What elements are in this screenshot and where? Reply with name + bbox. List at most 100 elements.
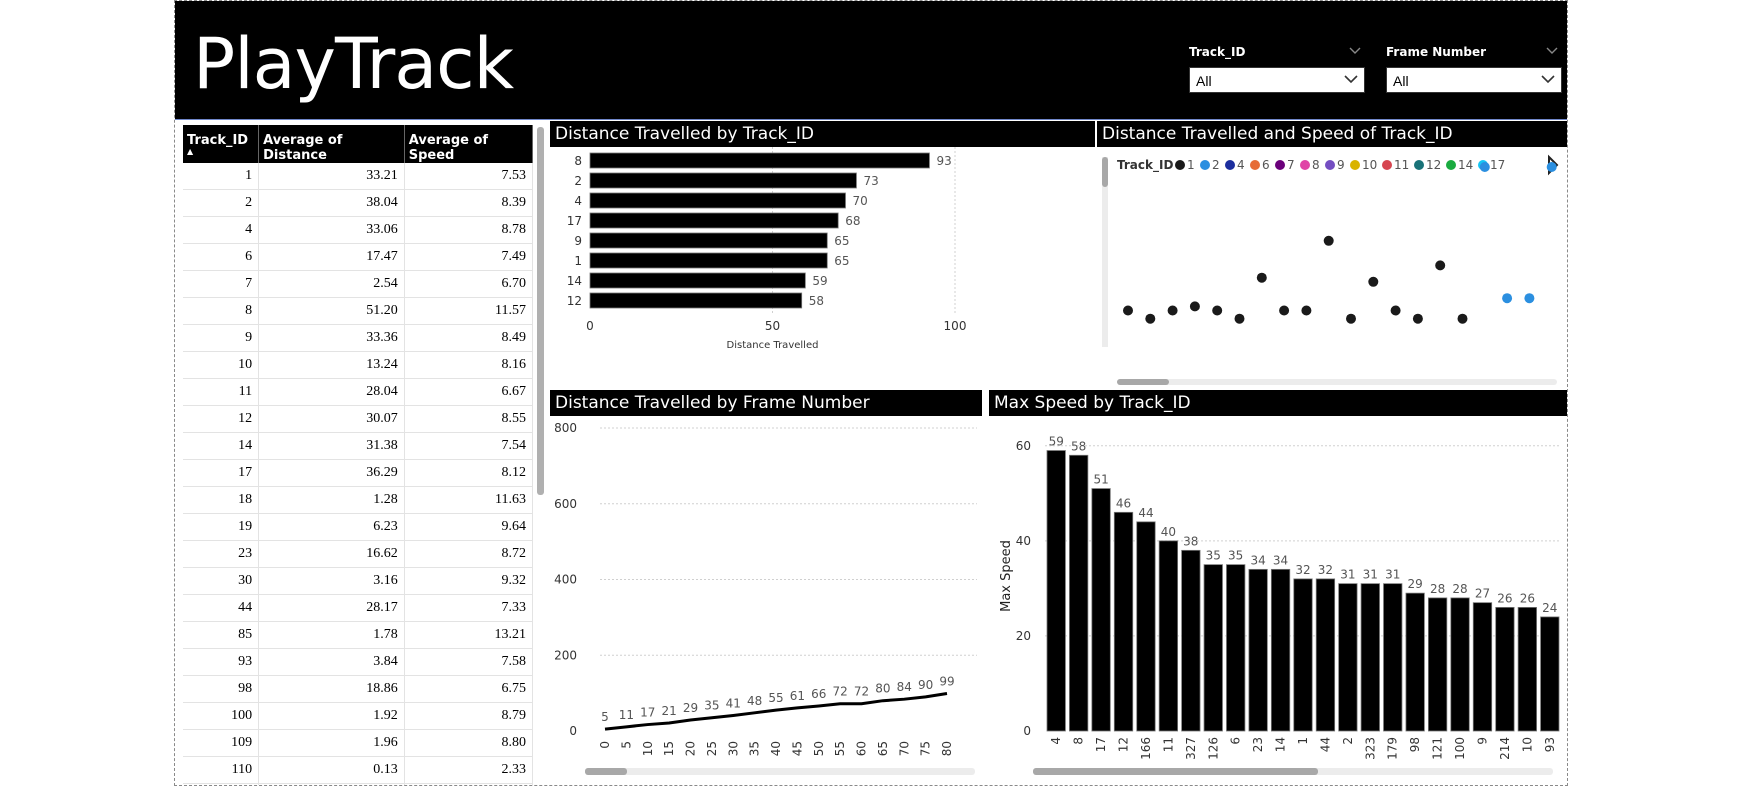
scatter-point xyxy=(1323,235,1334,246)
bar xyxy=(589,152,930,169)
table-row[interactable]: 18 1.28 11.63 xyxy=(183,486,533,514)
data-label: 26 xyxy=(1497,591,1512,605)
x-tick-label: 121 xyxy=(1431,737,1445,760)
cell-avg-distance: 28.04 xyxy=(258,378,405,406)
table-row[interactable]: 100 1.92 8.79 xyxy=(183,702,533,730)
data-label: 34 xyxy=(1250,553,1265,567)
cell-avg-distance: 6.23 xyxy=(258,513,405,541)
y-axis-label: Max Speed xyxy=(999,540,1014,612)
bar xyxy=(589,172,857,189)
table-row[interactable]: 1111.2721.86 xyxy=(183,783,533,785)
table-row[interactable]: 8 51.20 11.57 xyxy=(183,297,533,325)
data-label: 59 xyxy=(1049,435,1064,449)
chart-distance-by-track: 8 93 2 73 4 70 17 68 9 65 1 65 14 59 12 58 0 50 100 Distanc… xyxy=(567,147,966,351)
legend-marker xyxy=(1382,160,1392,170)
chart-max-speed: 0204060Max Speed594588511746124416640113… xyxy=(999,435,1561,775)
table-row[interactable]: 1 33.21 7.53 xyxy=(183,163,533,190)
data-label: 51 xyxy=(1093,473,1108,487)
legend-item: 10 xyxy=(1362,158,1377,172)
column-header-avg-speed[interactable]: Average of Speed xyxy=(404,125,533,163)
scatter-point xyxy=(1189,301,1200,312)
chart-title-max-speed: Max Speed by Track_ID xyxy=(989,390,1567,416)
table-row[interactable]: 7 2.54 6.70 xyxy=(183,270,533,298)
table-row[interactable]: 98 18.86 6.75 xyxy=(183,675,533,703)
cell-avg-distance: 13.24 xyxy=(258,351,405,379)
x-tick-label: 166 xyxy=(1139,737,1153,760)
cell-avg-distance: 18.86 xyxy=(258,675,405,703)
table-row[interactable]: 9 33.36 8.49 xyxy=(183,324,533,352)
legend-item: 1 xyxy=(1187,158,1195,172)
data-label: 58 xyxy=(809,294,824,308)
scatter-hscroll-thumb xyxy=(1117,379,1169,385)
data-label: 32 xyxy=(1318,563,1333,577)
legend-marker xyxy=(1250,160,1260,170)
data-label: 28 xyxy=(1430,582,1445,596)
bar xyxy=(1405,592,1425,732)
table-row[interactable]: 110 0.13 2.33 xyxy=(183,756,533,784)
column-header-track-id[interactable]: Track_ID ▲ xyxy=(183,125,260,163)
scatter-point xyxy=(1346,313,1356,324)
y-tick-label: 800 xyxy=(554,421,577,435)
table-row[interactable]: 85 1.78 13.21 xyxy=(183,621,533,649)
table-row[interactable]: 93 3.84 7.58 xyxy=(183,648,533,676)
x-tick-label: 75 xyxy=(919,741,933,756)
slicer-track-id-dropdown[interactable]: All xyxy=(1189,67,1365,93)
table-row[interactable]: 23 16.62 8.72 xyxy=(183,540,533,568)
table-row[interactable]: 14 31.38 7.54 xyxy=(183,432,533,460)
data-label: 55 xyxy=(768,691,783,705)
scatter-point xyxy=(1212,305,1223,316)
bar xyxy=(1046,450,1066,732)
cell-avg-distance: 1.96 xyxy=(258,729,405,757)
data-label: 26 xyxy=(1520,591,1535,605)
table-row[interactable]: 44 28.17 7.33 xyxy=(183,594,533,622)
data-label: 31 xyxy=(1385,568,1400,582)
data-label: 40 xyxy=(1161,525,1176,539)
cell-avg-speed: 8.79 xyxy=(404,702,533,730)
cell-avg-distance: 3.16 xyxy=(258,567,405,595)
table-row[interactable]: 109 1.96 8.80 xyxy=(183,729,533,757)
table-row[interactable]: 12 30.07 8.55 xyxy=(183,405,533,433)
y-tick-label: 0 xyxy=(1023,724,1031,738)
data-label: 90 xyxy=(918,678,933,692)
chevron-down-icon[interactable] xyxy=(1546,47,1558,55)
cell-track-id: 100 xyxy=(183,702,260,730)
table-row[interactable]: 30 3.16 9.32 xyxy=(183,567,533,595)
table-row[interactable]: 11 28.04 6.67 xyxy=(183,378,533,406)
cell-avg-distance: 17.47 xyxy=(258,243,405,271)
scatter-point xyxy=(1256,272,1267,283)
bar xyxy=(589,252,828,269)
scatter-point xyxy=(1279,305,1290,316)
x-tick-label: 323 xyxy=(1363,737,1377,760)
table-row[interactable]: 19 6.23 9.64 xyxy=(183,513,533,541)
slicer-frame-number-label: Frame Number xyxy=(1386,45,1487,59)
table-row[interactable]: 4 33.06 8.78 xyxy=(183,216,533,244)
cell-avg-distance: 1.92 xyxy=(258,702,405,730)
x-tick-label: 12 xyxy=(1117,737,1131,752)
table-row[interactable]: 17 36.29 8.12 xyxy=(183,459,533,487)
bar xyxy=(1383,583,1403,732)
legend-item: 9 xyxy=(1337,158,1345,172)
table-row[interactable]: 6 17.47 7.49 xyxy=(183,243,533,271)
scatter-point xyxy=(1457,313,1468,324)
x-axis-label: Distance Travelled xyxy=(727,340,819,351)
data-label: 35 xyxy=(1206,549,1221,563)
column-header-avg-distance[interactable]: Average of Distance xyxy=(258,125,405,163)
slicer-frame-number-dropdown[interactable]: All xyxy=(1386,67,1562,93)
bar xyxy=(1315,578,1336,732)
chevron-down-icon[interactable] xyxy=(1349,47,1361,55)
legend-item: 6 xyxy=(1262,158,1270,172)
data-label: 72 xyxy=(832,685,847,699)
bar xyxy=(1158,540,1179,732)
y-tick-label: 8 xyxy=(574,154,582,168)
cell-avg-speed: 7.53 xyxy=(404,163,533,190)
x-tick-label: 8 xyxy=(1072,737,1086,745)
legend-marker xyxy=(1414,160,1424,170)
cell-track-id: 30 xyxy=(183,567,260,595)
x-tick-label: 17 xyxy=(1094,737,1108,752)
chart-distance-speed-scatter: Track_ID 1 2 4 6 7 8 9 10 11 12 14 17 xyxy=(1097,147,1567,387)
table-scrollbar[interactable] xyxy=(537,127,544,495)
y-tick-label: 1 xyxy=(574,254,582,268)
table-row[interactable]: 10 13.24 8.16 xyxy=(183,351,533,379)
table-row[interactable]: 2 38.04 8.39 xyxy=(183,189,533,217)
bar xyxy=(1360,583,1380,732)
